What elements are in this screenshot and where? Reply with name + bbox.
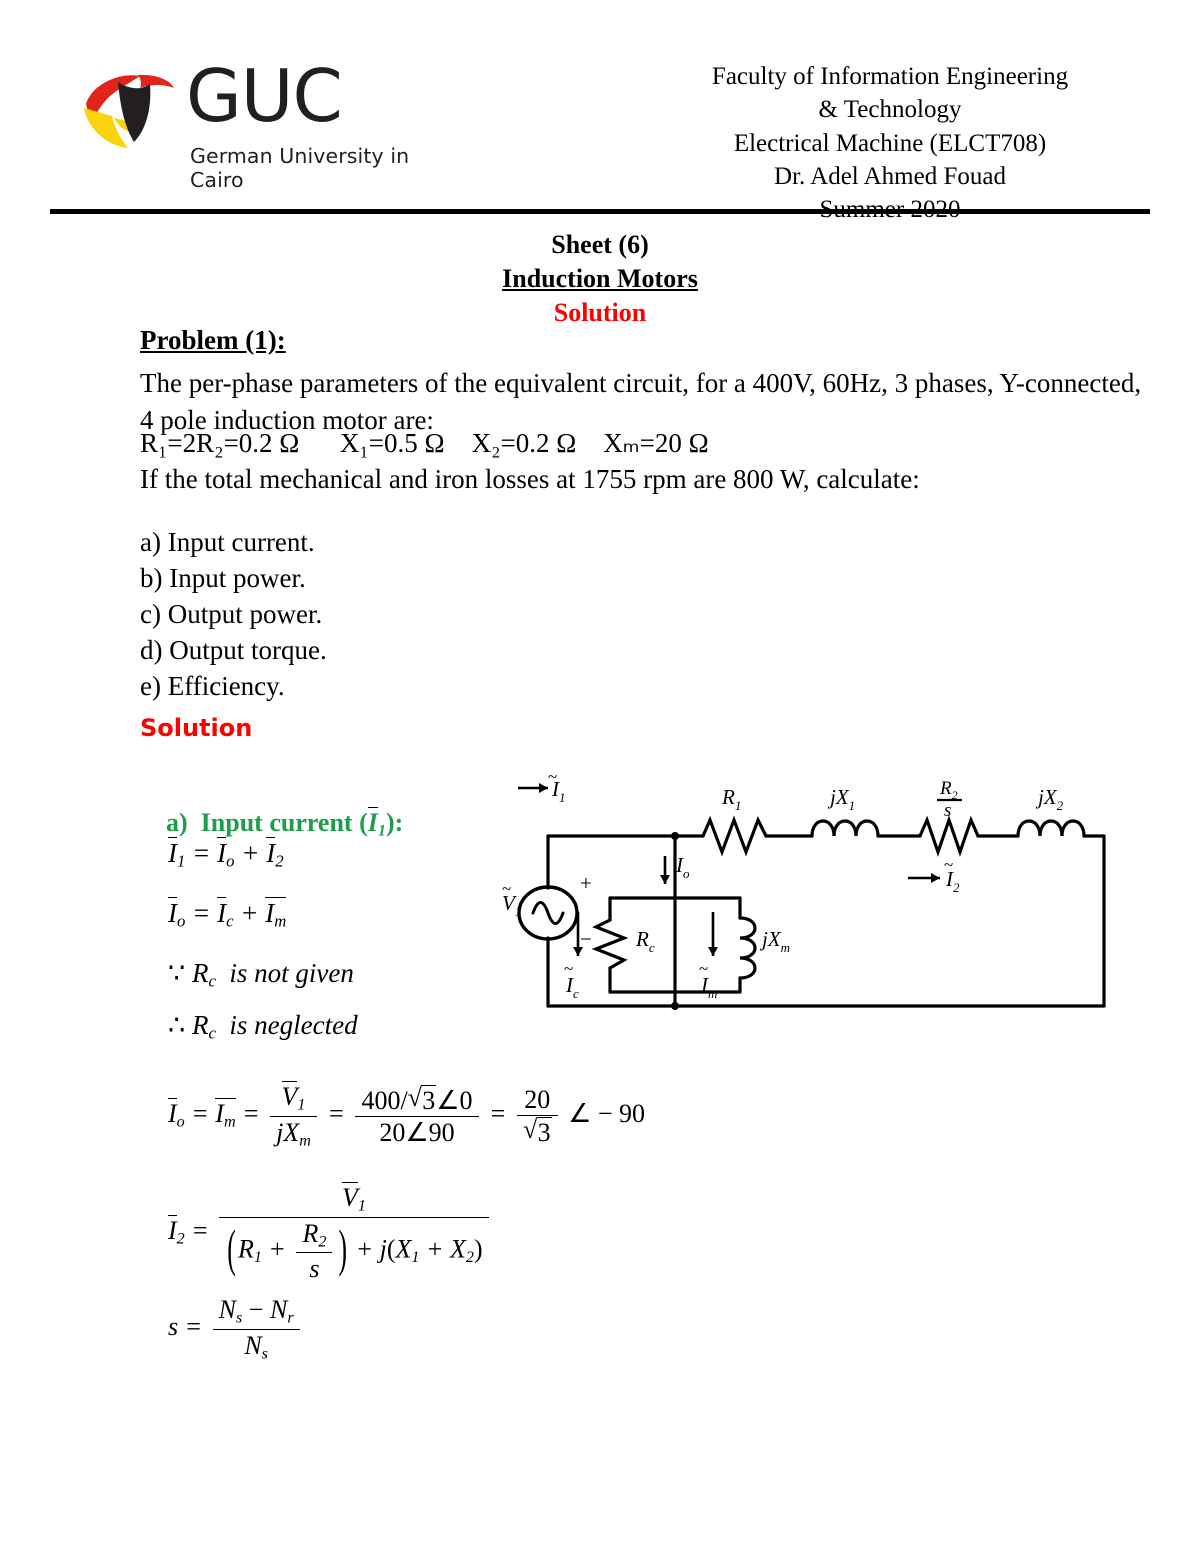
course-header-block: Faculty of Information Engineering & Tec… bbox=[620, 60, 1160, 226]
circuit-label-rc: Rc bbox=[635, 927, 655, 955]
equation-i1-sum: I1 = Io + I2 bbox=[168, 836, 284, 871]
arrow-i2-head bbox=[931, 873, 940, 883]
circuit-label-r2-num: R2 bbox=[939, 778, 958, 802]
header-line-course: Electrical Machine (ELCT708) bbox=[733, 129, 1047, 157]
resistor-r2-over-s bbox=[918, 815, 980, 857]
resistor-rc bbox=[591, 918, 629, 970]
fraction-r2-over-s: R2 s bbox=[296, 1219, 333, 1284]
problem-given-line: If the total mechanical and iron losses … bbox=[140, 464, 920, 494]
node-dot-bottom bbox=[671, 1002, 679, 1010]
arrow-io-head bbox=[660, 875, 670, 884]
header-line-technology: & Technology bbox=[818, 96, 962, 124]
guc-wordmark: GUC bbox=[186, 54, 343, 138]
inductor-jxm bbox=[738, 916, 757, 980]
arrow-im-head bbox=[708, 947, 718, 956]
sheet-number: Sheet (6) bbox=[551, 230, 649, 259]
circuit-label-source-minus: − bbox=[580, 927, 592, 951]
header-line-faculty: Faculty of Information Engineering bbox=[711, 63, 1069, 90]
circuit-label-i2-tilde: ~ bbox=[944, 855, 953, 874]
note-rc-not-given: ∵ Rc is not given bbox=[168, 958, 354, 991]
note-rc-neglected: ∴ Rc is neglected bbox=[168, 1010, 358, 1043]
node-dot-top bbox=[671, 832, 679, 840]
circuit-label-source-plus: + bbox=[580, 871, 592, 895]
guc-logo-mark bbox=[84, 74, 174, 148]
circuit-label-jx2: jX2 bbox=[1035, 785, 1064, 813]
problem-question-list: a) Input current. b) Input power. c) Out… bbox=[140, 525, 327, 705]
circuit-svg: I1 ~ R1 jX1 R2 s jX2 I2 ~ Io V1 ~ + − Rc… bbox=[502, 767, 1106, 1010]
fraction-v1-over-jxm: V1 jXm bbox=[270, 1080, 317, 1150]
question-item-c: c) Output power. bbox=[140, 598, 323, 629]
problem-heading: Problem (1): bbox=[140, 325, 286, 355]
page-header: GUC German University in Cairo Faculty o… bbox=[0, 0, 1200, 223]
sheet-topic: Induction Motors bbox=[502, 263, 698, 293]
document-page: GUC German University in Cairo Faculty o… bbox=[0, 0, 1200, 1553]
equation-rotor-current: I2 = V1 (R1 + R2 s ) + j(X1 + X2) bbox=[168, 1181, 493, 1284]
circuit-label-ic-tilde: ~ bbox=[564, 959, 573, 978]
question-item-e: e) Efficiency. bbox=[140, 670, 285, 701]
inductor-jx1 bbox=[810, 819, 880, 838]
circuit-label-s-den: s bbox=[944, 800, 951, 821]
circuit-label-jx1: jX1 bbox=[827, 785, 855, 813]
fraction-400sqrt3-over-20: 400/3∠0 20∠90 bbox=[355, 1083, 479, 1147]
question-item-d: d) Output torque. bbox=[140, 634, 327, 665]
equation-magnetizing-current: Io = Im = V1 jXm = 400/3∠0 20∠90 = 20 3 … bbox=[168, 1080, 645, 1150]
resistor-r1 bbox=[701, 815, 768, 857]
equivalent-circuit-diagram: I1 ~ R1 jX1 R2 s jX2 I2 ~ Io V1 ~ + − Rc… bbox=[500, 760, 1120, 1030]
arrow-i1-head bbox=[539, 783, 548, 793]
guc-logo: GUC German University in Cairo bbox=[78, 54, 428, 192]
circuit-label-i1-tilde: ~ bbox=[548, 767, 557, 786]
header-line-instructor: Dr. Adel Ahmed Fouad bbox=[774, 162, 1006, 190]
header-divider bbox=[50, 209, 1150, 214]
question-item-b: b) Input power. bbox=[140, 562, 306, 593]
fraction-slip: Ns − Nr Ns bbox=[212, 1295, 300, 1363]
circuit-label-im-tilde: ~ bbox=[699, 959, 708, 978]
question-item-a: a) Input current. bbox=[140, 527, 315, 557]
circuit-label-v1-tilde: ~ bbox=[502, 879, 511, 898]
fraction-rotor-current: V1 (R1 + R2 s ) + j(X1 + X2) bbox=[219, 1181, 489, 1284]
solution-label: Solution bbox=[140, 714, 253, 742]
ac-sine-glyph bbox=[531, 901, 565, 925]
equation-slip: s = Ns − Nr Ns bbox=[168, 1295, 304, 1363]
circuit-label-io: Io bbox=[675, 853, 690, 881]
problem-parameters: R₁=2R₂=0.2 Ω X₁=0.5 Ω X₂=0.2 Ω Xₘ=20 Ω bbox=[140, 428, 709, 458]
equation-io-sum: Io = Ic + Im bbox=[168, 896, 287, 931]
circuit-label-jxm: jXm bbox=[759, 927, 790, 955]
fraction-20-over-sqrt3: 20 3 bbox=[517, 1085, 558, 1147]
inductor-jx2 bbox=[1016, 819, 1086, 838]
guc-tagline: German University in Cairo bbox=[190, 144, 410, 192]
sheet-title-block: Sheet (6) Induction Motors Solution bbox=[0, 228, 1200, 329]
circuit-label-r1: R1 bbox=[721, 785, 741, 813]
